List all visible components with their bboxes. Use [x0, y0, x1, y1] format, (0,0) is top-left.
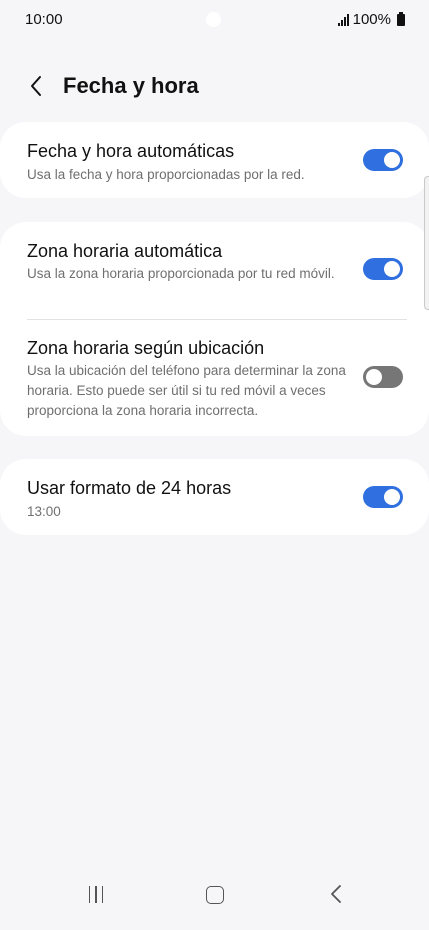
recents-icon[interactable]: [86, 886, 106, 904]
home-icon[interactable]: [206, 886, 224, 904]
toggle-knob: [366, 369, 382, 385]
navigation-bar: [0, 870, 429, 930]
setting-title: Zona horaria según ubicación: [27, 338, 265, 358]
setting-row-location-timezone[interactable]: Zona horaria según ubicación Usa la ubic…: [0, 320, 429, 436]
setting-title: Fecha y hora automáticas: [27, 141, 235, 161]
signal-icon: [337, 13, 349, 26]
auto-datetime-toggle[interactable]: [363, 149, 403, 171]
battery-percentage: 100%: [352, 11, 391, 28]
setting-row-auto-datetime[interactable]: Fecha y hora automáticas Usa la fecha y …: [0, 122, 429, 198]
setting-subtitle: Usa la zona horaria proporcionada por tu…: [27, 266, 335, 281]
page-title: Fecha y hora: [63, 73, 199, 98]
status-time: 10:00: [25, 11, 63, 28]
setting-row-auto-timezone[interactable]: Zona horaria automática Usa la zona hora…: [0, 222, 429, 319]
setting-subtitle: Usa la fecha y hora proporcionadas por l…: [27, 167, 305, 182]
toggle-knob: [384, 489, 400, 505]
edge-panel-handle[interactable]: [424, 176, 429, 310]
location-timezone-toggle[interactable]: [363, 366, 403, 388]
setting-subtitle: Usa la ubicación del teléfono para deter…: [27, 363, 346, 418]
chevron-left-icon: [31, 76, 41, 96]
24h-format-toggle[interactable]: [363, 486, 403, 508]
settings-card-auto-datetime: Fecha y hora automáticas Usa la fecha y …: [0, 122, 429, 198]
back-button[interactable]: [22, 72, 50, 100]
status-bar: 10:00 100%: [0, 0, 429, 40]
toggle-knob: [384, 152, 400, 168]
battery-icon: [397, 11, 405, 26]
auto-timezone-toggle[interactable]: [363, 258, 403, 280]
camera-cutout: [206, 12, 221, 27]
toggle-knob: [384, 261, 400, 277]
settings-card-24h: Usar formato de 24 horas 13:00: [0, 459, 429, 535]
setting-title: Zona horaria automática: [27, 241, 223, 261]
setting-subtitle: 13:00: [27, 504, 61, 519]
app-header: Fecha y hora: [0, 64, 429, 108]
status-indicators: 100%: [337, 11, 405, 28]
back-icon[interactable]: [326, 883, 346, 905]
setting-title: Usar formato de 24 horas: [27, 478, 232, 498]
setting-row-24h-format[interactable]: Usar formato de 24 horas 13:00: [0, 459, 429, 535]
settings-card-timezone: Zona horaria automática Usa la zona hora…: [0, 222, 429, 436]
